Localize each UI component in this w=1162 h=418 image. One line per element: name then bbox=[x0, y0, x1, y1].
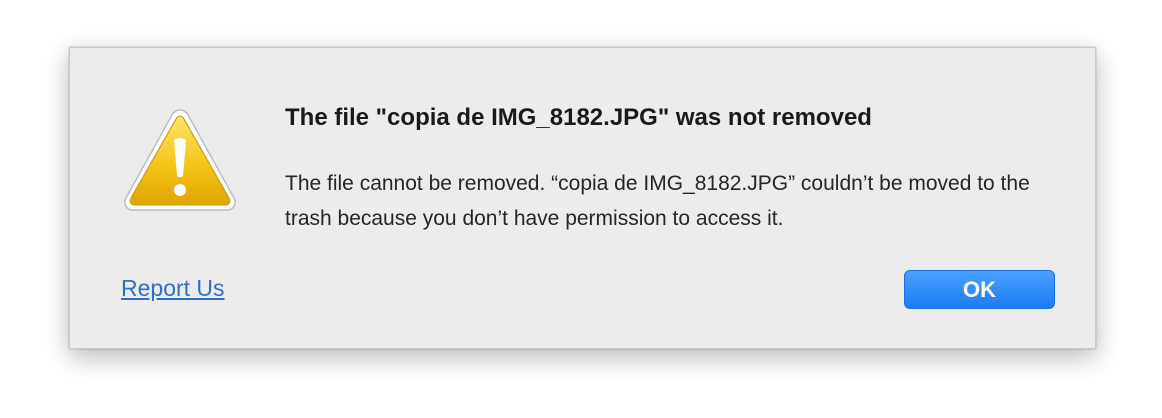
warning-icon bbox=[120, 104, 240, 216]
report-us-link[interactable]: Report Us bbox=[121, 275, 225, 302]
ok-button[interactable]: OK bbox=[904, 270, 1055, 309]
dialog-message: The file cannot be removed. “copia de IM… bbox=[285, 172, 1030, 230]
dialog-title: The file "copia de IMG_8182.JPG" was not… bbox=[285, 104, 872, 131]
alert-dialog: The file "copia de IMG_8182.JPG" was not… bbox=[69, 47, 1096, 349]
